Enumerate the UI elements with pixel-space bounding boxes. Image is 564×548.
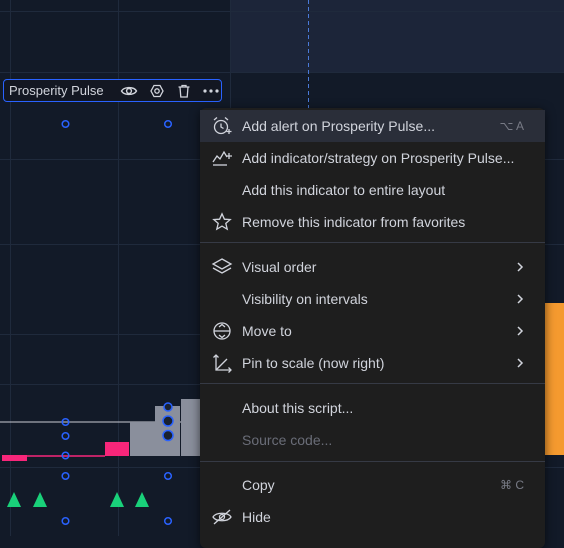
move-icon bbox=[211, 321, 233, 341]
menu-separator bbox=[200, 242, 545, 243]
menu-item-add-indicator[interactable]: Add indicator/strategy on Prosperity Pul… bbox=[200, 142, 545, 174]
menu-item-add-to-layout[interactable]: Add this indicator to entire layout bbox=[200, 174, 545, 206]
menu-item-copy[interactable]: Copy ⌘ C bbox=[200, 469, 545, 501]
menu-item-source-code: Source code... bbox=[242, 432, 333, 448]
menu-separator bbox=[200, 461, 545, 462]
trash-icon bbox=[178, 84, 190, 98]
visibility-button[interactable] bbox=[120, 81, 139, 101]
histogram-bar-3 bbox=[130, 422, 155, 456]
chevron-right-icon bbox=[517, 358, 524, 368]
eye-crossed-icon bbox=[211, 507, 233, 527]
selected-range-highlight bbox=[231, 0, 564, 72]
menu-item-remove-favorite[interactable]: Remove this indicator from favorites bbox=[200, 206, 545, 238]
gear-icon bbox=[149, 84, 164, 97]
chevron-right-icon bbox=[517, 326, 524, 336]
selection-handles[interactable] bbox=[61, 119, 173, 526]
menu-separator bbox=[200, 383, 545, 384]
up-triangle-2 bbox=[33, 492, 47, 507]
menu-item-visibility-intervals[interactable]: Visibility on intervals bbox=[200, 283, 545, 315]
histogram-bar-2 bbox=[105, 442, 129, 456]
shortcut-copy: ⌘ C bbox=[500, 478, 524, 492]
menu-item-add-alert[interactable]: Add alert on Prosperity Pulse... ⌥ A bbox=[200, 110, 545, 142]
histogram-bar-6 bbox=[545, 303, 564, 455]
up-triangle-4 bbox=[135, 492, 149, 507]
menu-item-move-to[interactable]: Move to bbox=[200, 315, 545, 347]
indicator-plus-icon bbox=[211, 148, 233, 168]
menu-item-visual-order[interactable]: Visual order bbox=[200, 251, 545, 283]
context-menu: Add alert on Prosperity Pulse... ⌥ A Add… bbox=[200, 108, 545, 548]
histogram-bar-5 bbox=[181, 399, 200, 456]
indicator-legend[interactable]: Prosperity Pulse bbox=[3, 79, 222, 102]
up-triangle-1 bbox=[7, 492, 21, 507]
menu-item-hide[interactable]: Hide bbox=[200, 501, 545, 533]
signal-triangles bbox=[7, 492, 149, 507]
histogram-bar-1 bbox=[2, 455, 27, 461]
layers-icon bbox=[211, 257, 233, 277]
chevron-right-icon bbox=[517, 262, 524, 272]
eye-icon bbox=[120, 86, 138, 95]
menu-item-pin-to-scale[interactable]: Pin to scale (now right) bbox=[200, 347, 545, 379]
alarm-clock-plus-icon bbox=[211, 116, 233, 136]
shortcut-add-alert: ⌥ A bbox=[499, 119, 524, 133]
chevron-right-icon bbox=[517, 294, 524, 304]
selection-handles-filled[interactable] bbox=[162, 402, 174, 442]
more-button[interactable] bbox=[202, 81, 221, 101]
up-triangle-3 bbox=[110, 492, 124, 507]
more-dots-icon bbox=[203, 88, 219, 93]
indicator-name[interactable]: Prosperity Pulse bbox=[9, 83, 112, 98]
star-icon bbox=[211, 212, 233, 232]
pin-scale-icon bbox=[211, 353, 233, 373]
delete-button[interactable] bbox=[174, 81, 193, 101]
menu-item-about-script[interactable]: About this script... bbox=[200, 392, 545, 424]
settings-button[interactable] bbox=[147, 81, 166, 101]
